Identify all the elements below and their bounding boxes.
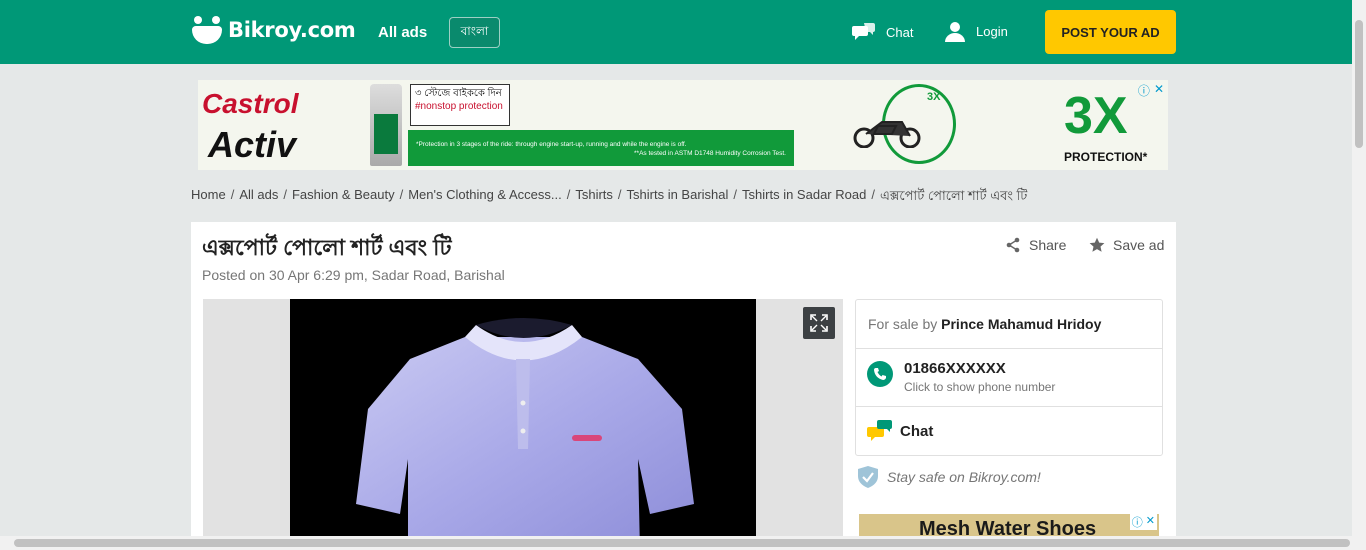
ad-tagline-box: ৩ স্টেজে বাইককে দিন #nonstop protection [410, 84, 510, 126]
breadcrumb-fashion[interactable]: Fashion & Beauty [292, 187, 395, 208]
safety-notice[interactable]: Stay safe on Bikroy.com! [857, 465, 1041, 489]
breadcrumb-tshirts-barishal[interactable]: Tshirts in Barishal [627, 187, 729, 208]
breadcrumb-mens-clothing[interactable]: Men's Clothing & Access... [408, 187, 562, 208]
polo-shirt-image [356, 318, 694, 550]
chat-with-seller-button[interactable]: Chat [856, 407, 1162, 457]
share-icon [1006, 237, 1020, 253]
listing-card: এক্সপোর্ট পোলো শার্ট এবং টি Posted on 30… [191, 222, 1176, 550]
product-photo[interactable] [290, 299, 756, 550]
all-ads-link[interactable]: All ads [378, 24, 427, 41]
for-sale-by-label: For sale by [868, 316, 938, 332]
side-ad-choices[interactable]: ⓘ ✕ [1129, 514, 1157, 530]
ad-circle-badge: 3X [927, 91, 941, 103]
ad-brand-name: Castrol [202, 88, 299, 119]
ad-tagline-tag: #nonstop protection [415, 101, 503, 112]
save-ad-button[interactable]: Save ad [1089, 237, 1164, 253]
chat-bubbles-icon [867, 420, 892, 441]
ad-info-icon[interactable]: ⓘ [1138, 82, 1150, 99]
image-gallery[interactable] [203, 299, 843, 550]
logo-text: Bikroy.com [228, 18, 356, 42]
ad-3x-badge: 3X [1064, 87, 1128, 145]
breadcrumb-current: এক্সপোর্ট পোলো শার্ট এবং টি [879, 188, 1028, 203]
chat-label: Chat [900, 423, 934, 440]
side-ad-close-icon[interactable]: ✕ [1146, 514, 1155, 530]
vertical-scrollbar[interactable] [1352, 0, 1366, 550]
breadcrumb: Home / All ads / Fashion & Beauty / Men's C… [191, 187, 1027, 208]
breadcrumb-tshirts[interactable]: Tshirts [575, 187, 613, 208]
share-button[interactable]: Share [1005, 237, 1066, 253]
header-login-label: Login [976, 23, 1008, 39]
shield-icon [858, 466, 878, 488]
fullscreen-button[interactable] [803, 307, 835, 339]
safety-text: Stay safe on Bikroy.com! [887, 469, 1041, 485]
save-label: Save ad [1113, 237, 1165, 253]
chat-icon [852, 23, 875, 40]
header-login-link[interactable]: Login [944, 20, 1008, 42]
star-icon [1089, 237, 1105, 252]
side-ad-info-icon[interactable]: ⓘ [1132, 514, 1143, 530]
phone-icon [867, 361, 893, 387]
ad-fine-print-2: **As tested in ASTM D1748 Humidity Corro… [634, 150, 786, 157]
phone-hint: Click to show phone number [904, 380, 1056, 394]
breadcrumb-all-ads[interactable]: All ads [239, 187, 278, 208]
site-logo[interactable]: Bikroy.com [192, 16, 356, 44]
ad-fine-print: *Protection in 3 stages of the ride: thr… [408, 130, 794, 166]
ad-fine-print-1: *Protection in 3 stages of the ride: thr… [416, 141, 687, 148]
posted-info: Posted on 30 Apr 6:29 pm, Sadar Road, Ba… [202, 267, 505, 283]
breadcrumb-home[interactable]: Home [191, 187, 226, 208]
user-icon [945, 22, 965, 42]
post-ad-button[interactable]: POST YOUR AD [1045, 10, 1176, 54]
seller-row: For sale by Prince Mahamud Hridoy [856, 300, 1162, 349]
seller-name[interactable]: Prince Mahamud Hridoy [941, 316, 1101, 332]
ad-brand-product: Activ [208, 124, 297, 165]
language-toggle[interactable]: বাংলা [449, 17, 500, 48]
horizontal-scrollbar[interactable] [0, 536, 1352, 550]
expand-icon [810, 314, 828, 332]
top-navbar: Bikroy.com All ads বাংলা Chat Login POST… [0, 0, 1352, 64]
ad-tagline-bn: ৩ স্টেজে বাইককে দিন [415, 88, 502, 99]
header-chat-label: Chat [886, 24, 914, 40]
seller-contact-box: For sale by Prince Mahamud Hridoy 01866X… [855, 299, 1163, 456]
page-title: এক্সপোর্ট পোলো শার্ট এবং টি [202, 235, 452, 260]
header-chat-link[interactable]: Chat [852, 22, 913, 42]
show-phone-button[interactable]: 01866XXXXXX Click to show phone number [856, 349, 1162, 407]
breadcrumb-tshirts-sadar-road[interactable]: Tshirts in Sadar Road [742, 187, 866, 208]
ad-close-icon[interactable]: ✕ [1154, 82, 1164, 99]
logo-icon [192, 16, 222, 44]
ad-protection-label: PROTECTION* [1064, 150, 1148, 164]
oil-bottle-image [370, 84, 402, 166]
ad-choices[interactable]: ⓘ ✕ [1138, 82, 1164, 99]
phone-number: 01866XXXXXX [904, 360, 1006, 377]
share-label: Share [1029, 237, 1067, 253]
top-banner-ad[interactable]: Castrol Activ ৩ স্টেজে বাইককে দিন #nonst… [198, 80, 1168, 170]
motorbike-icon [853, 121, 921, 148]
